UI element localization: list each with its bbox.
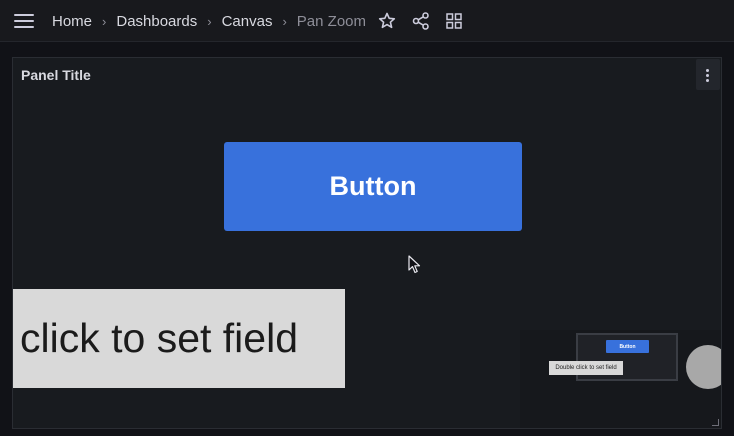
breadcrumb-separator: › xyxy=(282,13,287,29)
breadcrumb-home[interactable]: Home xyxy=(52,13,92,30)
resize-handle-icon[interactable] xyxy=(712,419,719,426)
breadcrumb: Home › Dashboards › Canvas › Pan Zoom xyxy=(52,0,366,42)
menu-icon[interactable] xyxy=(14,13,34,29)
canvas-button-element[interactable]: Button xyxy=(224,142,522,231)
breadcrumb-separator: › xyxy=(207,13,212,29)
breadcrumb-dashboards[interactable]: Dashboards xyxy=(116,13,197,30)
top-navbar: Home › Dashboards › Canvas › Pan Zoom xyxy=(0,0,734,42)
grid-icon[interactable] xyxy=(444,11,464,31)
panel-menu-icon[interactable] xyxy=(696,59,720,90)
canvas-text-element[interactable]: click to set field xyxy=(13,289,345,388)
breadcrumb-canvas[interactable]: Canvas xyxy=(222,13,273,30)
canvas-panel: Panel Title Button click to set field Bu… xyxy=(12,57,722,429)
breadcrumb-current-dashboard: Pan Zoom xyxy=(296,12,366,30)
panel-title: Panel Title xyxy=(21,67,91,83)
share-icon[interactable] xyxy=(411,11,431,31)
minimap[interactable]: Button Double click to set field xyxy=(520,330,721,428)
minimap-circle xyxy=(686,345,721,389)
minimap-text-field: Double click to set field xyxy=(549,361,623,375)
minimap-button: Button xyxy=(606,340,649,353)
breadcrumb-separator: › xyxy=(102,13,107,29)
star-icon[interactable] xyxy=(377,11,397,31)
